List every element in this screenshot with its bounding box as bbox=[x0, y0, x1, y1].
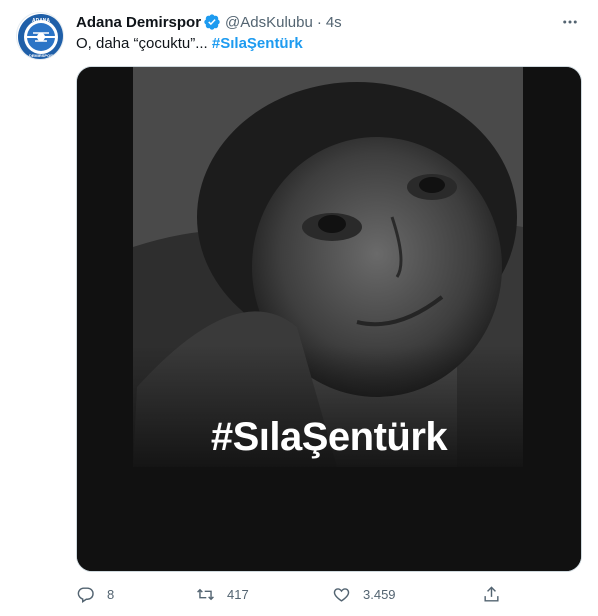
hashtag-link[interactable]: #SılaŞentürk bbox=[212, 35, 303, 52]
image-overlay-text: #SılaŞentürk bbox=[210, 415, 448, 459]
separator-dot: · bbox=[316, 13, 322, 31]
tweet-header: Adana Demirspor @AdsKulubu · 4s bbox=[76, 12, 582, 32]
avatar[interactable]: ADANA DEMIRSPOR bbox=[16, 12, 64, 60]
tweet: ADANA DEMIRSPOR Adana Demirspor @AdsKulu… bbox=[0, 0, 598, 616]
tweet-actions: 8 417 3.459 bbox=[70, 580, 510, 608]
club-logo: ADANA DEMIRSPOR bbox=[18, 14, 63, 59]
like-icon bbox=[333, 587, 350, 602]
verified-icon bbox=[204, 14, 220, 30]
retweet-icon bbox=[197, 588, 214, 600]
tweet-image[interactable]: #SılaŞentürk bbox=[76, 66, 582, 572]
more-button[interactable] bbox=[558, 10, 582, 34]
reply-button[interactable]: 8 bbox=[76, 585, 114, 604]
more-icon bbox=[563, 20, 577, 24]
like-count: 3.459 bbox=[363, 586, 396, 602]
timestamp[interactable]: 4s bbox=[326, 14, 342, 31]
display-name[interactable]: Adana Demirspor bbox=[76, 14, 201, 31]
retweet-count: 417 bbox=[227, 586, 249, 602]
retweet-button[interactable]: 417 bbox=[196, 585, 249, 604]
like-button[interactable]: 3.459 bbox=[332, 585, 396, 604]
tweet-body: O, daha “çocuktu”... bbox=[76, 35, 212, 52]
photo bbox=[77, 67, 581, 571]
avatar-text-top: ADANA bbox=[32, 18, 50, 24]
share-button[interactable] bbox=[482, 585, 501, 604]
reply-count: 8 bbox=[107, 586, 115, 602]
reply-icon bbox=[77, 586, 94, 603]
avatar-text-bottom: DEMIRSPOR bbox=[29, 53, 53, 58]
handle[interactable]: @AdsKulubu bbox=[225, 14, 313, 31]
share-icon bbox=[484, 585, 499, 602]
tweet-text: O, daha “çocuktu”... #SılaŞentürk bbox=[76, 34, 582, 54]
